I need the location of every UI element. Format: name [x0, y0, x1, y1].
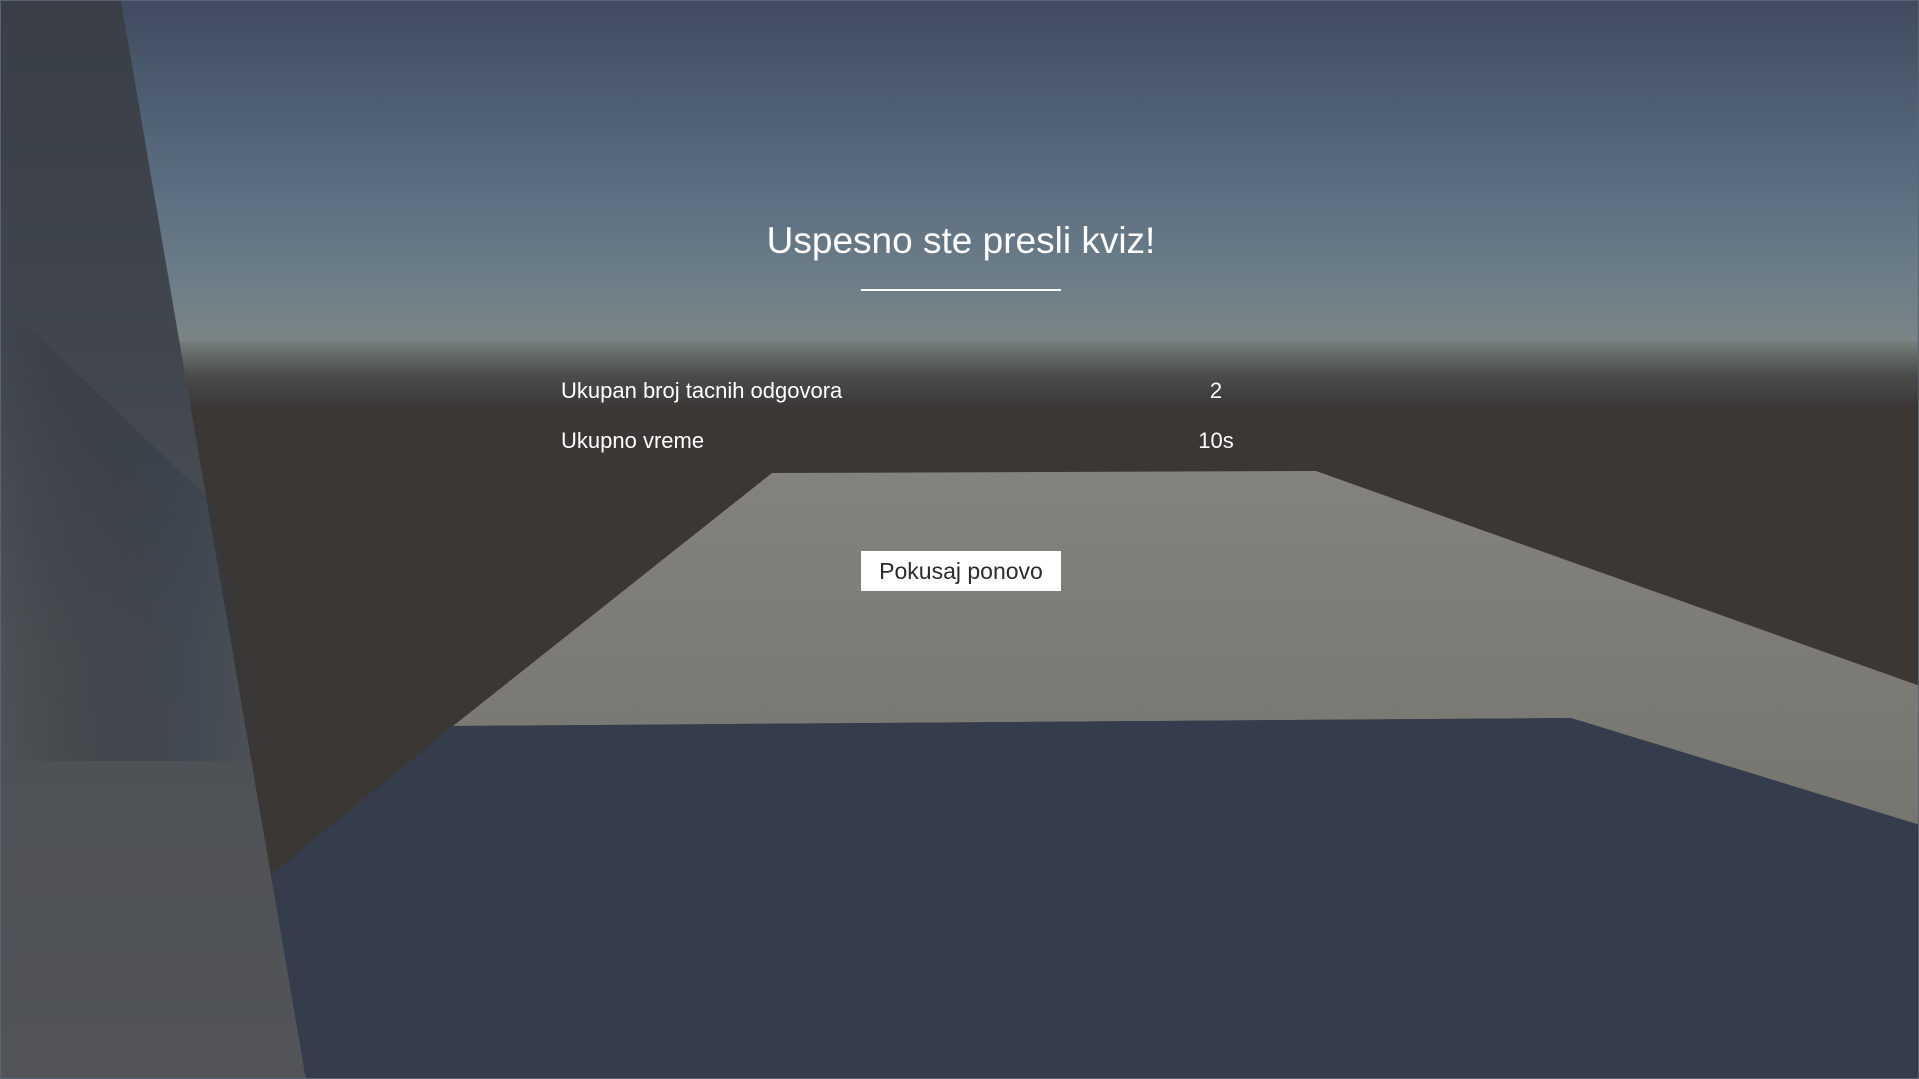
- stat-label: Ukupno vreme: [561, 428, 705, 453]
- stat-value: 10s: [1198, 428, 1234, 453]
- title-divider: [861, 289, 1061, 291]
- stat-row-total-time: Ukupno vreme 10s: [561, 421, 1234, 461]
- stat-label: Ukupan broj tacnih odgovora: [561, 378, 843, 403]
- stat-row-correct-answers: Ukupan broj tacnih odgovora 2: [561, 371, 1231, 411]
- results-title: Uspesno ste presli kviz!: [766, 220, 1156, 261]
- retry-button[interactable]: Pokusaj ponovo: [861, 551, 1061, 591]
- stat-value: 2: [1209, 378, 1223, 403]
- game-viewport: Uspesno ste presli kviz! Ukupan broj tac…: [0, 0, 1919, 1079]
- quiz-results-panel: Uspesno ste presli kviz! Ukupan broj tac…: [1, 1, 1918, 1078]
